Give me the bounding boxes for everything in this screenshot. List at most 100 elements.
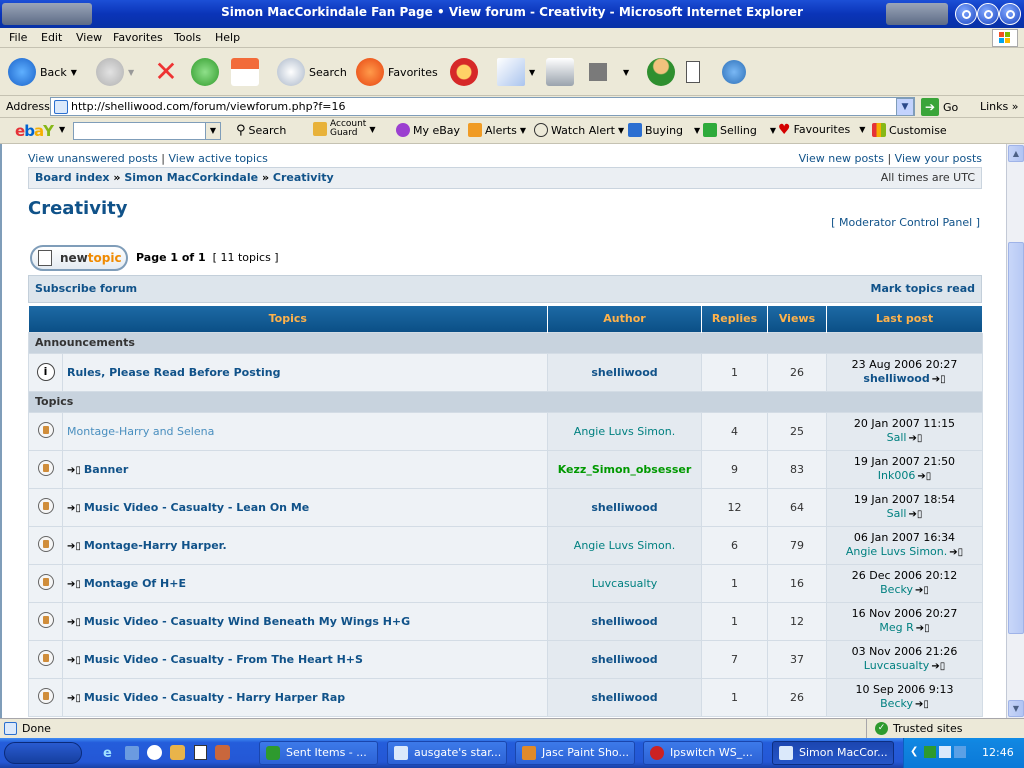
chevron-down-icon[interactable]: ▼ xyxy=(205,123,220,139)
notepad-quicklaunch-icon[interactable] xyxy=(194,745,207,760)
new-post-arrow-icon[interactable]: ➔▯ xyxy=(67,541,81,552)
maximize-button[interactable] xyxy=(977,3,999,25)
topic-title-link[interactable]: Music Video - Casualty Wind Beneath My W… xyxy=(84,615,410,628)
ebay-search-button[interactable]: ⚲ Search xyxy=(236,123,286,138)
favorites-button[interactable]: Favorites xyxy=(356,56,438,88)
link-new-posts[interactable]: View new posts xyxy=(799,152,884,165)
moderator-control-panel-link[interactable]: [ Moderator Control Panel ] xyxy=(831,216,980,229)
close-button[interactable] xyxy=(999,3,1021,25)
print-button[interactable] xyxy=(546,56,574,88)
clock[interactable]: 12:46 xyxy=(982,746,1014,759)
breadcrumb-simon-maccorkindale[interactable]: Simon MacCorkindale xyxy=(124,171,258,184)
author-link[interactable]: shelliwood xyxy=(591,366,657,379)
link-active-topics[interactable]: View active topics xyxy=(168,152,267,165)
go-button[interactable]: ➔ Go xyxy=(921,98,958,116)
last-post-user-link[interactable]: Meg R xyxy=(879,621,913,634)
minimize-button[interactable] xyxy=(955,3,977,25)
menu-tools[interactable]: Tools xyxy=(174,31,201,44)
author-link[interactable]: Kezz_Simon_obsesser xyxy=(558,463,692,476)
favourites-button[interactable]: ♥ Favourites ▼ xyxy=(778,123,865,137)
home-button[interactable] xyxy=(231,56,259,88)
mail-button[interactable]: ▼ xyxy=(497,56,535,88)
breadcrumb-creativity[interactable]: Creativity xyxy=(273,171,334,184)
task-simon-maccorkindale[interactable]: Simon MacCor... xyxy=(772,741,894,765)
author-link[interactable]: Angie Luvs Simon. xyxy=(574,539,675,552)
menu-favorites[interactable]: Favorites xyxy=(113,31,163,44)
messenger-button[interactable] xyxy=(647,56,675,88)
alerts-button[interactable]: Alerts ▼ xyxy=(468,123,526,137)
view-latest-post-icon[interactable]: ➔▯ xyxy=(915,584,929,598)
my-ebay-button[interactable]: My eBay xyxy=(396,123,460,137)
buying-button[interactable]: Buying ▼ xyxy=(628,123,700,137)
link-unanswered-posts[interactable]: View unanswered posts xyxy=(28,152,158,165)
ie-quicklaunch-icon[interactable]: e xyxy=(103,746,112,761)
chevron-down-icon[interactable]: ▼ xyxy=(59,125,65,134)
tray-app-icon[interactable] xyxy=(924,746,936,758)
back-button[interactable]: Back ▼ xyxy=(8,56,77,88)
edit-button[interactable]: ▼ xyxy=(589,56,629,88)
topic-title-link[interactable]: Montage-Harry and Selena xyxy=(67,425,214,438)
author-link[interactable]: Luvcasualty xyxy=(592,577,658,590)
topic-title-link[interactable]: Montage Of H+E xyxy=(84,577,186,590)
network-icon[interactable] xyxy=(939,746,951,758)
new-post-arrow-icon[interactable]: ➔▯ xyxy=(67,465,81,476)
task-ausgate[interactable]: ausgate's star... xyxy=(387,741,507,765)
author-link[interactable]: shelliwood xyxy=(591,691,657,704)
breadcrumb-board-index[interactable]: Board index xyxy=(35,171,110,184)
address-dropdown-icon[interactable]: ▼ xyxy=(896,98,914,116)
new-post-arrow-icon[interactable]: ➔▯ xyxy=(67,655,81,666)
last-post-user-link[interactable]: Sall xyxy=(887,507,907,520)
forward-button[interactable]: ▼ xyxy=(96,56,134,88)
last-post-user-link[interactable]: Becky xyxy=(880,697,913,710)
last-post-user-link[interactable]: shelliwood xyxy=(863,372,929,385)
media-player-icon[interactable] xyxy=(147,745,162,760)
vertical-scrollbar[interactable]: ▲ ▼ xyxy=(1006,144,1024,718)
scroll-thumb[interactable] xyxy=(1008,242,1024,634)
tray-expand-icon[interactable]: ❮ xyxy=(910,746,918,757)
topic-title-link[interactable]: Music Video - Casualty - From The Heart … xyxy=(84,653,363,666)
view-latest-post-icon[interactable]: ➔▯ xyxy=(916,622,930,636)
author-link[interactable]: shelliwood xyxy=(591,615,657,628)
address-input[interactable]: http://shelliwood.com/forum/viewforum.ph… xyxy=(50,97,915,116)
last-post-user-link[interactable]: Luvcasualty xyxy=(864,659,930,672)
ebay-logo-icon[interactable]: ebaY xyxy=(15,122,54,140)
last-post-user-link[interactable]: Angie Luvs Simon. xyxy=(846,545,947,558)
stop-button[interactable]: ✕ xyxy=(152,56,180,88)
view-latest-post-icon[interactable]: ➔▯ xyxy=(917,470,931,484)
new-topic-button[interactable]: newtopic xyxy=(30,245,128,271)
subscribe-forum-link[interactable]: Subscribe forum xyxy=(35,282,137,295)
customise-button[interactable]: Customise xyxy=(872,123,947,137)
new-post-arrow-icon[interactable]: ➔▯ xyxy=(67,503,81,514)
task-sent-items[interactable]: Sent Items - ... xyxy=(259,741,378,765)
topic-title-link[interactable]: Banner xyxy=(84,463,128,476)
history-button[interactable] xyxy=(450,56,478,88)
links-button[interactable]: Links » xyxy=(980,100,1019,113)
desktop-quicklaunch-icon[interactable] xyxy=(125,746,139,760)
paint-quicklaunch-icon[interactable] xyxy=(215,745,230,760)
scroll-up-icon[interactable]: ▲ xyxy=(1008,145,1024,162)
start-button[interactable] xyxy=(4,742,82,764)
people-button[interactable] xyxy=(722,56,746,88)
new-post-arrow-icon[interactable]: ➔▯ xyxy=(67,693,81,704)
author-link[interactable]: shelliwood xyxy=(591,653,657,666)
last-post-user-link[interactable]: Becky xyxy=(880,583,913,596)
refresh-button[interactable] xyxy=(191,56,219,88)
ebay-search-input[interactable]: ▼ xyxy=(73,122,221,140)
menu-file[interactable]: File xyxy=(9,31,27,44)
new-post-arrow-icon[interactable]: ➔▯ xyxy=(67,617,81,628)
view-latest-post-icon[interactable]: ➔▯ xyxy=(908,508,922,522)
app-quicklaunch-icon[interactable] xyxy=(170,745,185,760)
view-latest-post-icon[interactable]: ➔▯ xyxy=(932,373,946,387)
watch-alert-button[interactable]: Watch Alert ▼ xyxy=(534,123,624,137)
search-button[interactable]: Search xyxy=(277,56,347,88)
scroll-down-icon[interactable]: ▼ xyxy=(1008,700,1024,717)
view-latest-post-icon[interactable]: ➔▯ xyxy=(949,546,963,560)
topic-title-link[interactable]: Rules, Please Read Before Posting xyxy=(67,366,281,379)
volume-icon[interactable] xyxy=(954,746,966,758)
link-your-posts[interactable]: View your posts xyxy=(895,152,982,165)
menu-view[interactable]: View xyxy=(76,31,102,44)
view-latest-post-icon[interactable]: ➔▯ xyxy=(908,432,922,446)
view-latest-post-icon[interactable]: ➔▯ xyxy=(931,660,945,674)
last-post-user-link[interactable]: Ink006 xyxy=(878,469,916,482)
task-ipswitch[interactable]: Ipswitch WS_... xyxy=(643,741,763,765)
